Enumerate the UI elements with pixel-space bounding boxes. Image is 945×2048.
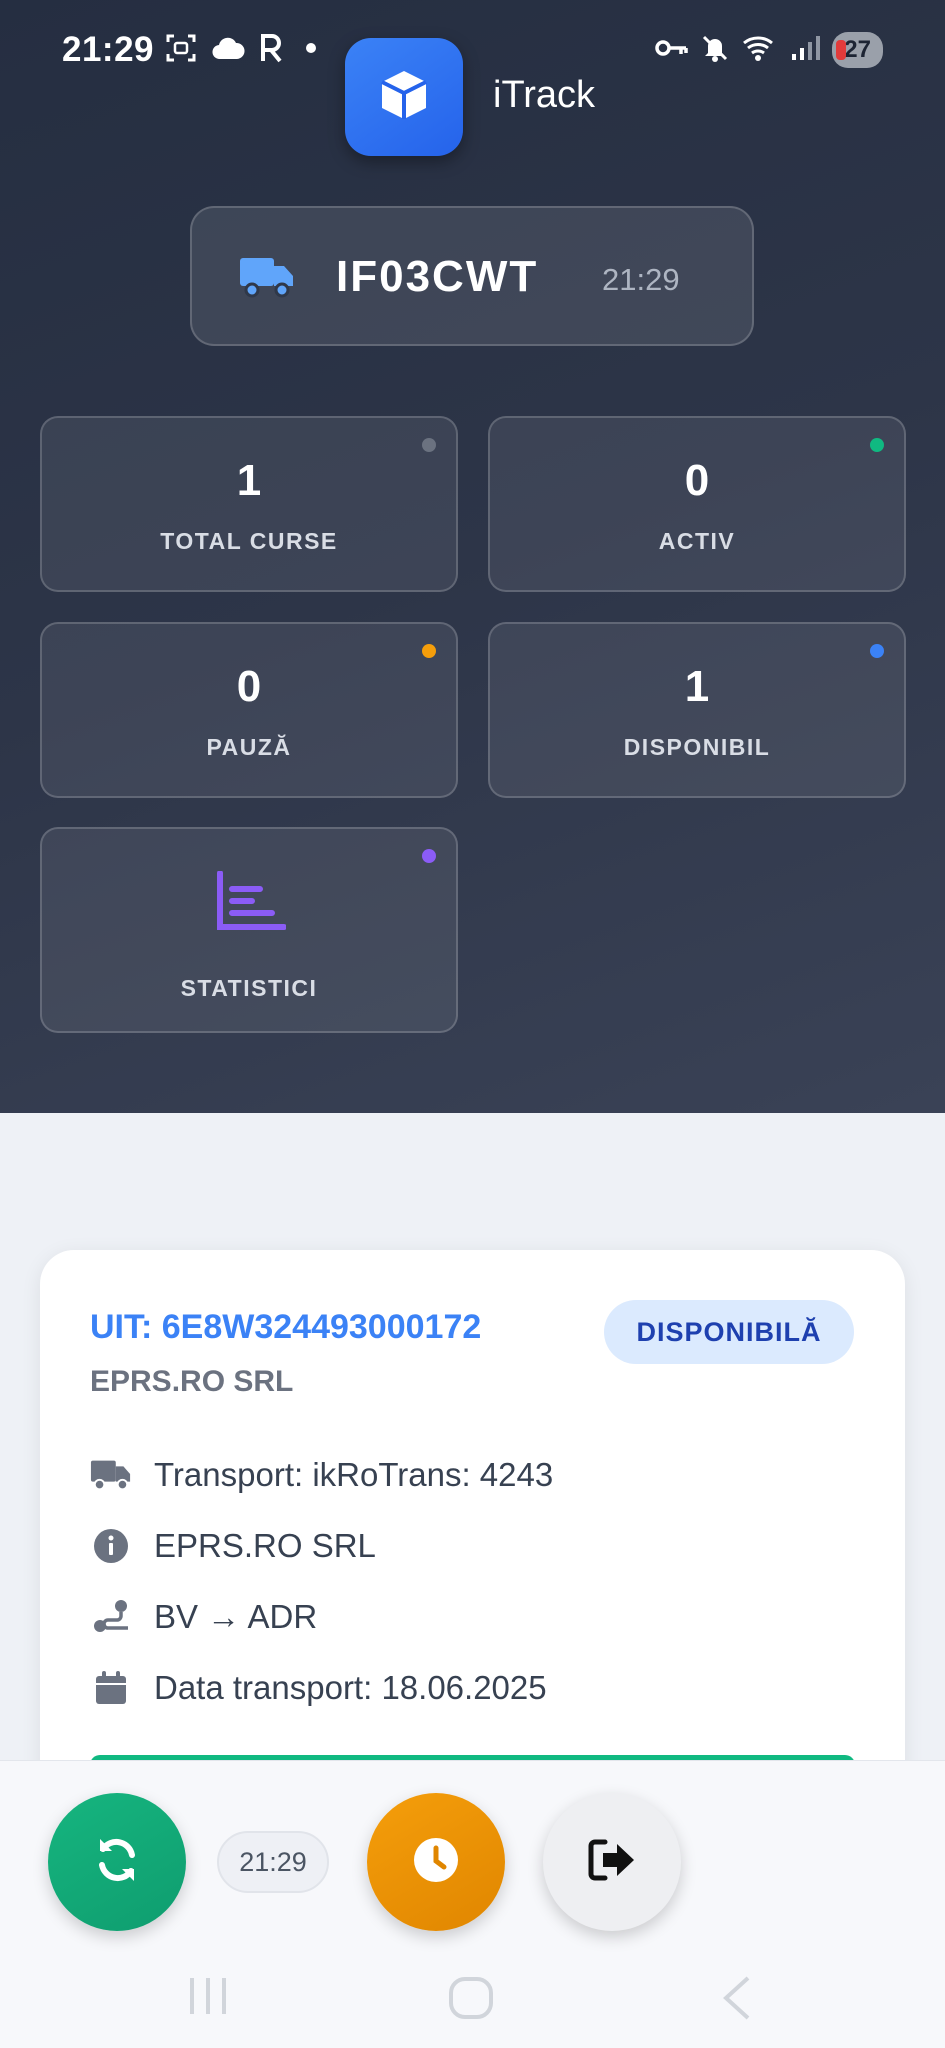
vpn-key-icon <box>654 36 689 65</box>
stat-statistici[interactable]: STATISTICI <box>40 827 458 1033</box>
battery-indicator: 27 <box>832 32 883 68</box>
stat-label: DISPONIBIL <box>623 734 771 760</box>
logout-icon <box>587 1838 637 1887</box>
recent-apps-icon[interactable] <box>186 1976 230 2021</box>
info-icon <box>90 1525 132 1567</box>
status-dot <box>422 849 436 863</box>
cloud-icon <box>211 35 245 66</box>
vehicle-plate: IF03CWT <box>336 252 539 301</box>
bottom-bar: 21:29 <box>0 1760 945 2048</box>
info-row-transport: Transport: ikRoTrans: 4243 <box>90 1450 553 1500</box>
back-icon[interactable] <box>718 1976 754 2025</box>
course-company: EPRS.RO SRL <box>90 1365 294 1398</box>
stat-total-curse[interactable]: 1 TOTAL CURSE <box>40 416 458 592</box>
home-icon[interactable] <box>448 1976 494 2025</box>
signal-icon <box>790 34 821 67</box>
refresh-button[interactable] <box>48 1793 186 1931</box>
header-area: 21:29 27 iTrack IF03CWT 21:29 1 TOTAL CU… <box>0 0 945 1113</box>
route-icon <box>90 1596 132 1638</box>
clock-icon <box>412 1836 460 1889</box>
transport-text: Transport: ikRoTrans: 4243 <box>154 1456 554 1493</box>
stat-activ[interactable]: 0 ACTIV <box>488 416 906 592</box>
refresh-icon <box>92 1835 142 1890</box>
wifi-icon <box>742 34 778 67</box>
stat-value: 1 <box>236 456 262 505</box>
status-dot <box>422 438 436 452</box>
stat-label: STATISTICI <box>180 975 318 1001</box>
stat-value: 1 <box>684 662 710 711</box>
status-dot <box>422 644 436 658</box>
beneficiary-text: EPRS.RO SRL <box>154 1527 376 1564</box>
status-icons-right: 27 <box>654 32 883 68</box>
info-row-route: BV → ADR <box>90 1592 317 1642</box>
truck-icon <box>238 256 296 303</box>
vehicle-time: 21:29 <box>602 262 680 297</box>
app-logo <box>345 38 463 156</box>
screenshot-icon <box>165 32 197 69</box>
date-text: Data transport: 18.06.2025 <box>154 1669 547 1706</box>
cube-icon <box>376 67 432 128</box>
break-button[interactable] <box>367 1793 505 1931</box>
app-name: iTrack <box>493 74 596 116</box>
calendar-icon <box>90 1667 132 1709</box>
mute-icon <box>700 33 730 68</box>
truck-icon <box>90 1454 132 1496</box>
route-text: BV → ADR <box>154 1598 318 1635</box>
stat-disponibil[interactable]: 1 DISPONIBIL <box>488 622 906 798</box>
course-uit: UIT: 6E8W324493000172 <box>90 1308 482 1346</box>
notification-dot-icon <box>299 36 323 65</box>
info-row-date: Data transport: 18.06.2025 <box>90 1663 547 1713</box>
stat-label: TOTAL CURSE <box>160 528 338 554</box>
status-badge: DISPONIBILĂ <box>604 1300 854 1364</box>
vehicle-card[interactable]: IF03CWT 21:29 <box>190 206 754 346</box>
time-chip: 21:29 <box>217 1831 329 1893</box>
chart-bars-icon <box>216 870 287 936</box>
info-row-beneficiary: EPRS.RO SRL <box>90 1521 376 1571</box>
stat-label: ACTIV <box>658 528 736 554</box>
stat-pauza[interactable]: 0 PAUZĂ <box>40 622 458 798</box>
status-dot <box>870 644 884 658</box>
logout-button[interactable] <box>543 1793 681 1931</box>
status-icons-left <box>165 32 323 69</box>
r-app-icon <box>259 33 285 68</box>
stat-value: 0 <box>684 456 710 505</box>
status-bar: 21:29 27 <box>0 0 945 100</box>
status-dot <box>870 438 884 452</box>
status-time: 21:29 <box>62 30 155 69</box>
stat-label: PAUZĂ <box>206 734 292 760</box>
stat-value: 0 <box>236 662 262 711</box>
